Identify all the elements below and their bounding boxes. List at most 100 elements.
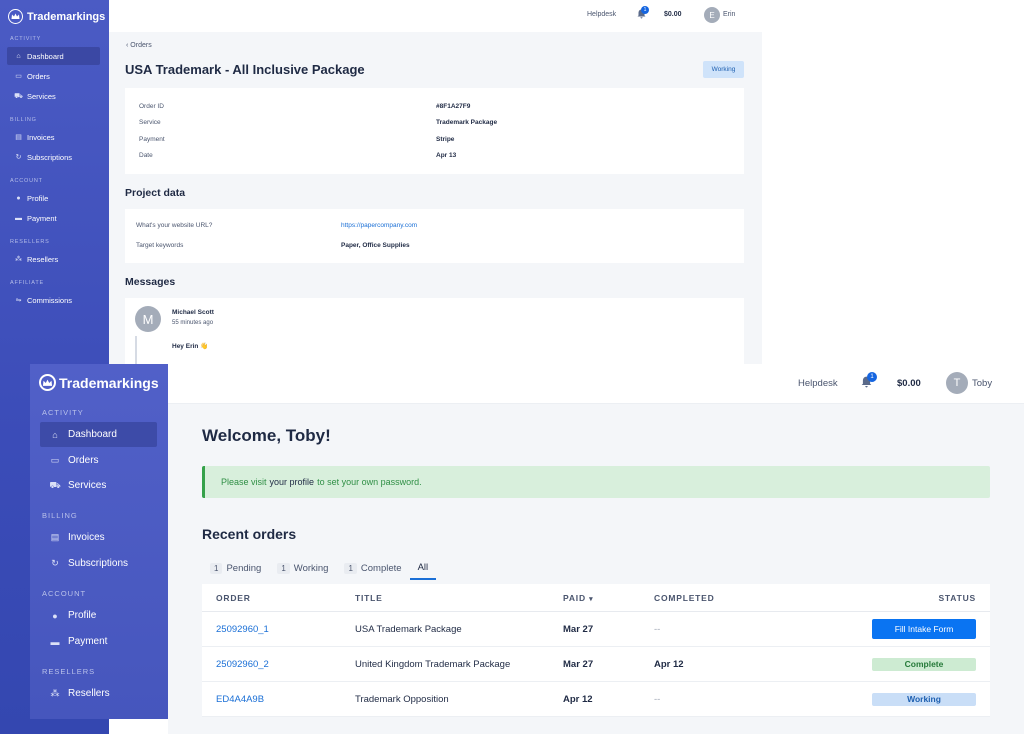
section-resellers: RESELLERS [42, 667, 96, 676]
status-badge: Working [872, 692, 976, 706]
sidebar-item-resellers[interactable]: ⁂ Resellers [40, 681, 157, 706]
tab-complete[interactable]: 1 Complete [336, 556, 409, 580]
sidebar-item-commissions[interactable]: ⇋ Commissions [7, 291, 100, 309]
sidebar-item-orders[interactable]: ▭ Orders [7, 67, 100, 85]
tab-all[interactable]: All [409, 556, 437, 580]
column-status[interactable]: STATUS [850, 593, 990, 603]
status-badge: Complete [872, 657, 976, 671]
avatar[interactable]: T [946, 372, 968, 394]
tab-pending[interactable]: 1 Pending [202, 556, 269, 580]
fill-intake-form-button[interactable]: Fill Intake Form [872, 619, 976, 639]
order-id-value: #8F1A27F9 [436, 103, 471, 110]
profile-link[interactable]: your profile [270, 477, 315, 487]
orders-table: ORDER TITLE PAID ▾ COMPLETED STATUS 2509… [202, 584, 990, 717]
sidebar-item-label: Orders [27, 71, 50, 81]
home-icon: ⌂ [52, 429, 58, 440]
order-link[interactable]: ED4A4A9B [202, 694, 355, 705]
sidebar-item-label: Resellers [27, 254, 59, 264]
order-paid: Mar 27 [563, 623, 594, 635]
status-badge: Working [703, 61, 744, 78]
table-row: 25092960_2 United Kingdom Trademark Pack… [202, 647, 990, 682]
column-paid[interactable]: PAID ▾ [563, 593, 654, 603]
tab-working[interactable]: 1 Working [269, 556, 336, 580]
section-activity: ACTIVITY [42, 408, 84, 417]
sidebar-item-services[interactable]: ⛟ Services [40, 473, 157, 498]
notification-badge: 1 [641, 6, 649, 14]
crown-icon [39, 374, 56, 391]
sidebar-item-dashboard[interactable]: ⌂ Dashboard [40, 422, 157, 447]
cart-icon: ⛟ [14, 92, 23, 100]
sidebar-item-label: Profile [68, 610, 97, 621]
sidebar-item-subscriptions[interactable]: ↻ Subscriptions [7, 148, 100, 166]
order-title: USA Trademark Package [355, 623, 462, 635]
order-link[interactable]: 25092960_2 [202, 659, 355, 670]
front-window: Trademarkings ACTIVITY ⌂ Dashboard ▭ Ord… [30, 364, 1024, 734]
sidebar-item-label: Dashboard [27, 51, 64, 61]
sidebar-item-payment[interactable]: ▬ Payment [7, 209, 100, 227]
bell-icon[interactable]: 1 [861, 372, 877, 391]
user-name[interactable]: Erin [723, 11, 735, 18]
avatar[interactable]: E [704, 7, 720, 23]
sidebar-item-label: Resellers [68, 688, 110, 699]
tab-count: 1 [277, 562, 290, 574]
column-order[interactable]: ORDER [202, 593, 355, 603]
order-paid: Mar 27 [563, 658, 594, 670]
sidebar-item-label: Invoices [68, 532, 105, 543]
cart-icon: ⛟ [49, 479, 61, 490]
column-completed[interactable]: COMPLETED [654, 593, 850, 603]
helpdesk-link[interactable]: Helpdesk [587, 11, 616, 18]
section-account: ACCOUNT [42, 589, 87, 598]
section-billing: BILLING [10, 117, 37, 123]
sidebar-item-label: Invoices [27, 132, 55, 142]
breadcrumb[interactable]: ‹ Orders [126, 42, 152, 49]
sidebar-item-subscriptions[interactable]: ↻ Subscriptions [40, 551, 157, 576]
section-resellers: RESELLERS [10, 239, 50, 245]
refresh-icon: ↻ [51, 558, 59, 568]
chevron-left-icon: ‹ [126, 42, 129, 49]
sidebar-item-label: Payment [68, 636, 108, 647]
project-data-card: What's your website URL? https://paperco… [125, 209, 744, 263]
sidebar-item-resellers[interactable]: ⁂ Resellers [7, 250, 100, 268]
sidebar-item-profile[interactable]: ● Profile [7, 189, 100, 207]
order-tabs: 1 Pending 1 Working 1 Complete All [202, 556, 437, 580]
brand-logo[interactable]: Trademarkings [8, 9, 105, 24]
bell-icon[interactable]: 1 [637, 6, 649, 21]
sidebar-item-label: Orders [68, 455, 99, 466]
balance: $0.00 [664, 11, 682, 18]
balance: $0.00 [897, 378, 921, 389]
sidebar-item-invoices[interactable]: ▤ Invoices [7, 128, 100, 146]
refresh-icon: ↻ [15, 154, 22, 161]
table-header: ORDER TITLE PAID ▾ COMPLETED STATUS [202, 584, 990, 612]
sitemap-icon: ⁂ [50, 688, 60, 698]
credit-card-icon: ▬ [15, 214, 22, 222]
top-bar: Helpdesk 1 $0.00 E Erin [109, 0, 762, 32]
website-link[interactable]: https://papercompany.com [341, 222, 417, 229]
sitemap-icon: ⁂ [15, 256, 22, 263]
message-text: Hey Erin 👋 [172, 343, 209, 350]
sidebar-item-payment[interactable]: ▬ Payment [40, 629, 157, 654]
tab-count: 1 [210, 562, 223, 574]
crown-icon [8, 9, 23, 24]
sidebar-item-label: Commissions [27, 295, 73, 305]
order-completed: -- [654, 623, 661, 635]
sidebar-item-orders[interactable]: ▭ Orders [40, 448, 157, 473]
service-value: Trademark Package [436, 119, 498, 126]
sidebar-item-profile[interactable]: ● Profile [40, 603, 157, 628]
page-title: USA Trademark - All Inclusive Package [125, 62, 365, 77]
brand-name: Trademarkings [27, 10, 106, 23]
user-icon: ● [52, 610, 58, 621]
message-time: 55 minutes ago [172, 320, 214, 326]
brand-logo[interactable]: Trademarkings [39, 374, 159, 391]
inbox-icon: ▭ [15, 73, 22, 80]
top-bar: Helpdesk 1 $0.00 T Toby [168, 364, 1024, 404]
sidebar-item-services[interactable]: ⛟ Services [7, 87, 100, 105]
user-name[interactable]: Toby [972, 378, 992, 389]
sidebar-item-dashboard[interactable]: ⌂ Dashboard [7, 47, 100, 65]
column-title[interactable]: TITLE [355, 593, 563, 603]
sidebar-item-invoices[interactable]: ▤ Invoices [40, 525, 157, 550]
sidebar-item-label: Services [27, 91, 56, 101]
messages-heading: Messages [125, 276, 176, 288]
order-link[interactable]: 25092960_1 [202, 624, 355, 635]
helpdesk-link[interactable]: Helpdesk [798, 378, 838, 389]
notification-badge: 1 [867, 372, 877, 382]
